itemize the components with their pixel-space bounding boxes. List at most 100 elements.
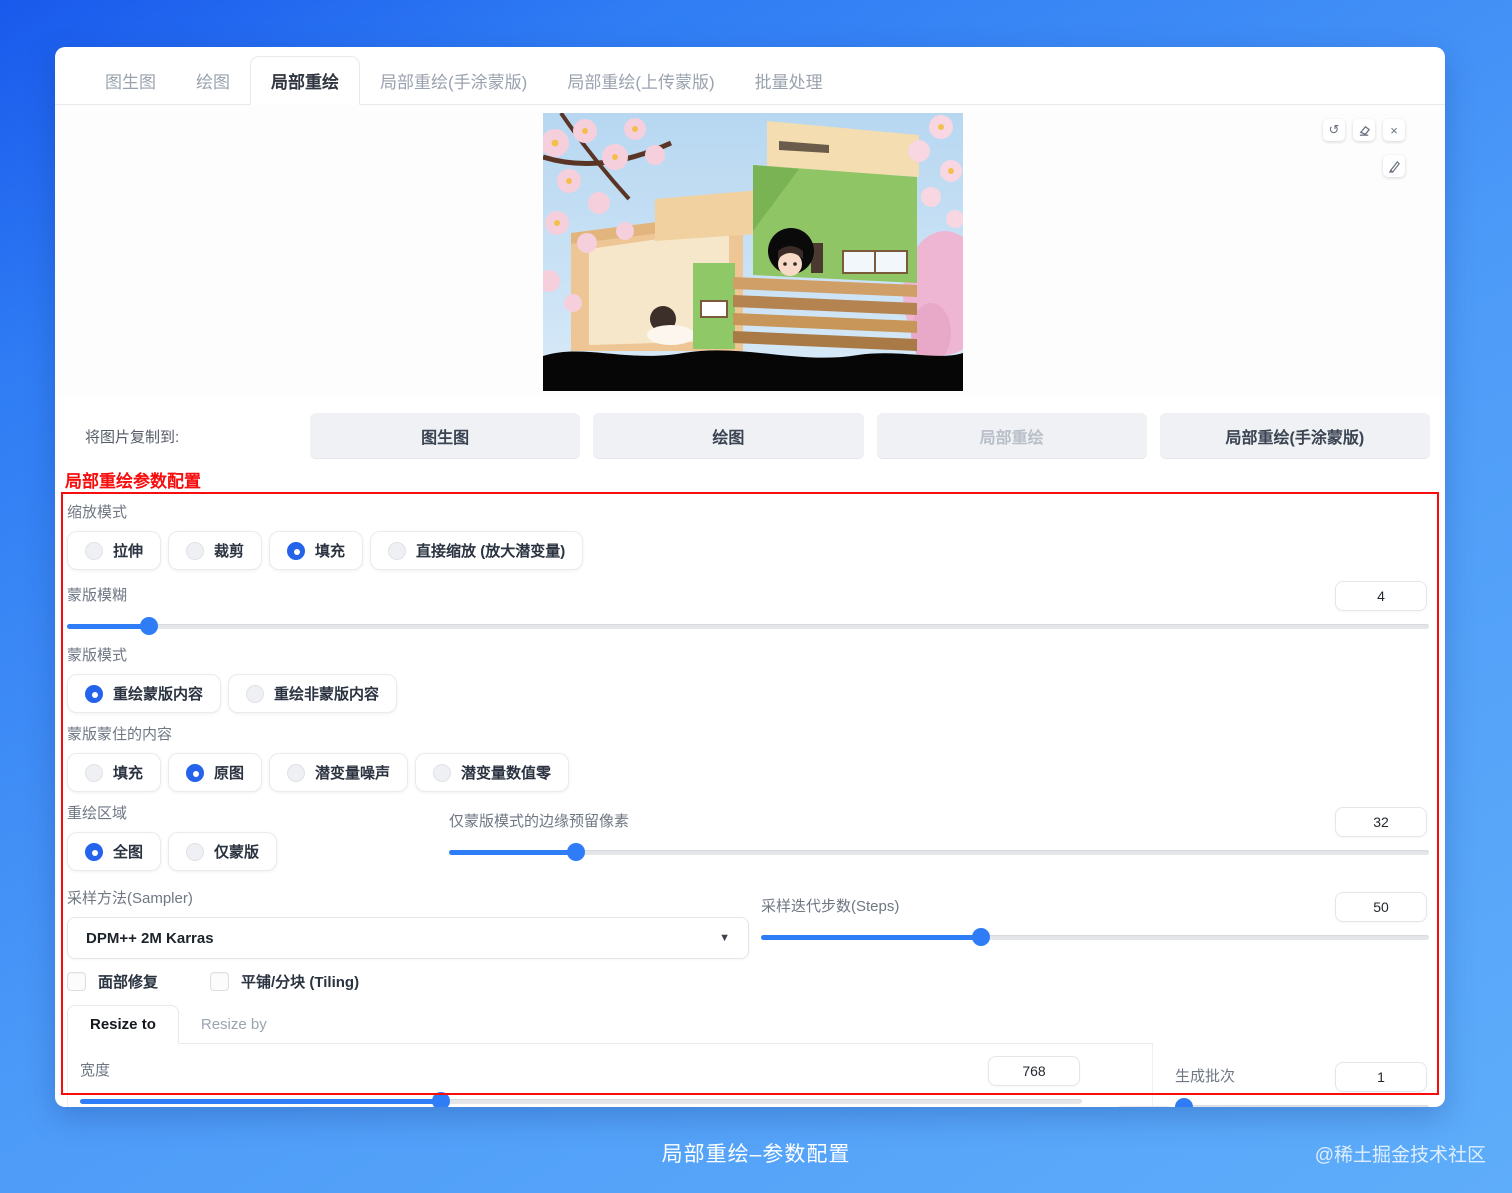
radio-label: 重绘非蒙版内容 [274,686,380,703]
width-label: 宽度 [80,1062,111,1079]
eraser-icon[interactable] [1353,119,1375,141]
radio-whole-picture[interactable]: 全图 [67,832,162,871]
resize-mode-label: 缩放模式 [67,504,128,521]
restore-faces-label: 面部修复 [98,974,159,991]
sampler-label: 采样方法(Sampler) [67,890,193,907]
width-slider[interactable] [80,1092,1082,1107]
radio-inpaint-masked[interactable]: 重绘蒙版内容 [67,674,222,713]
mask-mode-label: 蒙版模式 [67,647,128,664]
sampler-dropdown[interactable]: DPM++ 2M Karras ▼ [67,917,749,959]
close-icon[interactable]: × [1383,119,1405,141]
mask-mode-group: 重绘蒙版内容 重绘非蒙版内容 [67,674,1429,713]
copy-to-label: 将图片复制到: [85,428,180,446]
tab-inpaint-sketch[interactable]: 局部重绘(手涂蒙版) [360,57,547,104]
options-row: 面部修复 平铺/分块 (Tiling) [67,971,1429,992]
steps-label: 采样迭代步数(Steps) [761,898,900,915]
mask-blur-value[interactable]: 4 [1335,581,1427,611]
radio-label: 潜变量数值零 [461,765,552,782]
brush-icon[interactable] [1383,155,1405,177]
chevron-down-icon: ▼ [719,932,730,944]
radio-latent-upscale[interactable]: 直接缩放 (放大潜变量) [370,531,584,570]
radio-label: 填充 [315,543,346,560]
footer-caption: 局部重绘–参数配置 [661,1143,851,1166]
radio-circle-icon [85,684,103,703]
restore-faces-checkbox[interactable]: 面部修复 [67,971,158,992]
radio-inpaint-not-masked[interactable]: 重绘非蒙版内容 [228,674,398,713]
copy-to-img2img-button[interactable]: 图生图 [310,413,581,459]
steps-value[interactable]: 50 [1335,892,1427,922]
tab-batch[interactable]: 批量处理 [735,57,843,104]
watermark: @稀土掘金技术社区 [1314,1145,1486,1166]
tab-inpaint[interactable]: 局部重绘 [250,56,360,105]
radio-fill[interactable]: 填充 [269,531,364,570]
radio-latent-noise[interactable]: 潜变量噪声 [269,753,409,792]
radio-label: 拉伸 [113,543,144,560]
tab-resize-to[interactable]: Resize to [67,1005,179,1044]
preview-image[interactable] [543,113,963,391]
resize-tab-bar: Resize to Resize by [67,1002,1153,1044]
radio-circle-icon [85,763,103,782]
inpaint-area-label: 重绘区域 [67,805,128,822]
radio-circle-icon [287,763,306,782]
radio-label: 全图 [113,844,144,861]
copy-to-sketch-button[interactable]: 绘图 [593,413,864,459]
checkbox-icon [67,972,86,991]
radio-stretch[interactable]: 拉伸 [67,531,162,570]
radio-only-masked[interactable]: 仅蒙版 [168,832,278,871]
batch-count-column: 生成批次 1 [1175,1044,1429,1107]
undo-icon[interactable]: ↺ [1323,119,1345,141]
radio-latent-nothing[interactable]: 潜变量数值零 [415,753,570,792]
tiling-checkbox[interactable]: 平铺/分块 (Tiling) [210,971,359,992]
radio-circle-icon [388,541,407,560]
radio-circle-icon [85,541,103,560]
radio-label: 直接缩放 (放大潜变量) [416,543,566,560]
image-preview-area: ↺ × [55,105,1445,397]
copy-to-row: 将图片复制到: 图生图 绘图 局部重绘 局部重绘(手涂蒙版) [55,397,1445,459]
swap-dimensions-button[interactable] [1112,1106,1176,1107]
radio-circle-icon [186,842,205,861]
batch-count-label: 生成批次 [1175,1068,1236,1085]
radio-label: 填充 [113,765,144,782]
masked-content-label: 蒙版蒙住的内容 [67,726,173,743]
checkbox-icon [210,972,230,991]
radio-fill-content[interactable]: 填充 [67,753,162,792]
radio-circle-icon [246,684,265,703]
radio-label: 重绘蒙版内容 [113,686,204,703]
sampler-value: DPM++ 2M Karras [86,929,214,947]
tab-sketch[interactable]: 绘图 [176,57,250,104]
only-masked-padding-slider[interactable] [449,843,1429,861]
only-masked-padding-value[interactable]: 32 [1335,807,1427,837]
radio-label: 裁剪 [214,543,245,560]
mask-blur-slider[interactable] [67,617,1429,635]
radio-crop[interactable]: 裁剪 [168,531,263,570]
tab-resize-by[interactable]: Resize by [179,1006,289,1043]
copy-to-inpaint-sketch-button[interactable]: 局部重绘(手涂蒙版) [1159,413,1430,459]
masked-content-group: 填充 原图 潜变量噪声 潜变量数值零 [67,753,1429,792]
width-value[interactable]: 768 [988,1056,1080,1086]
batch-count-slider[interactable] [1175,1098,1429,1107]
radio-circle-icon [85,842,103,861]
radio-label: 潜变量噪声 [315,765,391,782]
inpaint-area-group: 全图 仅蒙版 [67,832,437,871]
annotation-title: 局部重绘参数配置 [65,472,201,491]
copy-to-inpaint-button[interactable]: 局部重绘 [876,413,1147,459]
radio-original[interactable]: 原图 [168,753,263,792]
tiling-label: 平铺/分块 (Tiling) [241,974,360,991]
radio-circle-icon [433,763,452,782]
radio-circle-icon [186,541,205,560]
tab-img2img[interactable]: 图生图 [85,57,176,104]
inpaint-params-section: 缩放模式 拉伸 裁剪 填充 直接缩放 (放大潜变量) 蒙版模糊 4 蒙版模式 重… [55,492,1445,1107]
resize-mode-group: 拉伸 裁剪 填充 直接缩放 (放大潜变量) [67,531,1429,570]
batch-count-value[interactable]: 1 [1335,1062,1427,1092]
mask-blur-label: 蒙版模糊 [67,587,128,604]
main-tab-bar: 图生图 绘图 局部重绘 局部重绘(手涂蒙版) 局部重绘(上传蒙版) 批量处理 [55,47,1445,105]
radio-circle-icon [287,541,306,560]
only-masked-padding-label: 仅蒙版模式的边缘预留像素 [449,813,630,830]
resize-to-panel: 宽度 768 [67,1044,1176,1107]
radio-circle-icon [186,763,205,782]
app-window: 图生图 绘图 局部重绘 局部重绘(手涂蒙版) 局部重绘(上传蒙版) 批量处理 ↺… [55,47,1445,1107]
radio-label: 原图 [214,765,245,782]
steps-slider[interactable] [761,928,1429,946]
radio-label: 仅蒙版 [214,844,260,861]
tab-inpaint-upload[interactable]: 局部重绘(上传蒙版) [547,57,734,104]
